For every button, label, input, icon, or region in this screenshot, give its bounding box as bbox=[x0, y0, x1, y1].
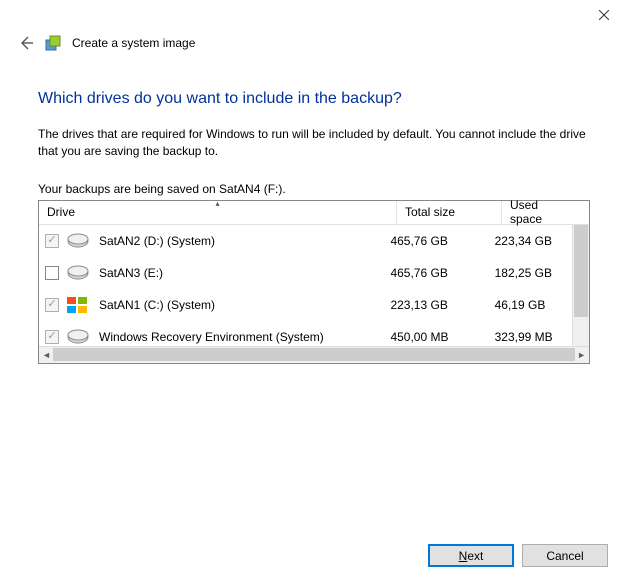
drive-total-size: 465,76 GB bbox=[390, 266, 494, 280]
next-label-rest: ext bbox=[467, 549, 483, 563]
column-header-drive[interactable]: Drive ▴ bbox=[39, 201, 397, 224]
scrollbar-thumb[interactable] bbox=[574, 225, 588, 317]
table-row[interactable]: SatAN2 (D:) (System) 465,76 GB223,34 GB bbox=[39, 225, 574, 257]
scroll-left-icon[interactable]: ◄ bbox=[42, 350, 51, 360]
cancel-button[interactable]: Cancel bbox=[522, 544, 608, 567]
wizard-footer: Next Cancel bbox=[428, 544, 608, 567]
save-location-note: Your backups are being saved on SatAN4 (… bbox=[38, 182, 590, 196]
drive-checkbox bbox=[45, 330, 59, 344]
column-header-used[interactable]: Used space bbox=[502, 201, 574, 224]
drive-icon bbox=[67, 233, 89, 249]
page-heading: Which drives do you want to include in t… bbox=[38, 90, 590, 108]
drive-total-size: 450,00 MB bbox=[390, 330, 494, 344]
next-button[interactable]: Next bbox=[428, 544, 514, 567]
drive-used-space: 223,34 GB bbox=[495, 234, 574, 248]
column-label-total: Total size bbox=[405, 205, 455, 219]
drive-name: Windows Recovery Environment (System) bbox=[99, 330, 324, 344]
column-label-drive: Drive bbox=[47, 205, 75, 219]
system-image-icon bbox=[44, 34, 62, 52]
vertical-scrollbar[interactable] bbox=[572, 225, 589, 346]
content-area: Which drives do you want to include in t… bbox=[0, 62, 628, 364]
drive-icon bbox=[67, 265, 89, 281]
scrollbar-track[interactable] bbox=[53, 348, 575, 361]
drive-used-space: 46,19 GB bbox=[495, 298, 574, 312]
grid-header: Drive ▴ Total size Used space bbox=[39, 201, 589, 225]
titlebar bbox=[0, 0, 628, 30]
sort-indicator-icon: ▴ bbox=[215, 199, 219, 208]
back-icon[interactable] bbox=[18, 35, 34, 51]
table-row[interactable]: SatAN3 (E:) 465,76 GB182,25 GB bbox=[39, 257, 574, 289]
column-label-used: Used space bbox=[510, 198, 566, 226]
drive-used-space: 182,25 GB bbox=[495, 266, 574, 280]
drive-total-size: 465,76 GB bbox=[390, 234, 494, 248]
drive-name: SatAN1 (C:) (System) bbox=[99, 298, 215, 312]
drive-total-size: 223,13 GB bbox=[390, 298, 494, 312]
drive-used-space: 323,99 MB bbox=[495, 330, 574, 344]
wizard-title: Create a system image bbox=[72, 36, 195, 50]
drives-grid: Drive ▴ Total size Used space SatAN2 (D:… bbox=[38, 200, 590, 364]
wizard-header: Create a system image bbox=[0, 30, 628, 62]
grid-body: SatAN2 (D:) (System)465,76 GB223,34 GBSa… bbox=[39, 225, 589, 363]
horizontal-scrollbar[interactable]: ◄ ► bbox=[39, 346, 589, 363]
drive-name: SatAN2 (D:) (System) bbox=[99, 234, 215, 248]
cancel-label: Cancel bbox=[546, 549, 583, 563]
table-row[interactable]: SatAN1 (C:) (System) 223,13 GB46,19 GB bbox=[39, 289, 574, 321]
drive-icon bbox=[67, 297, 89, 313]
drive-checkbox bbox=[45, 298, 59, 312]
drive-checkbox[interactable] bbox=[45, 266, 59, 280]
close-button[interactable] bbox=[581, 1, 626, 29]
scroll-right-icon[interactable]: ► bbox=[577, 350, 586, 360]
column-header-total[interactable]: Total size bbox=[397, 201, 502, 224]
drive-checkbox bbox=[45, 234, 59, 248]
page-description: The drives that are required for Windows… bbox=[38, 126, 590, 160]
drive-icon bbox=[67, 329, 89, 345]
drive-name: SatAN3 (E:) bbox=[99, 266, 163, 280]
